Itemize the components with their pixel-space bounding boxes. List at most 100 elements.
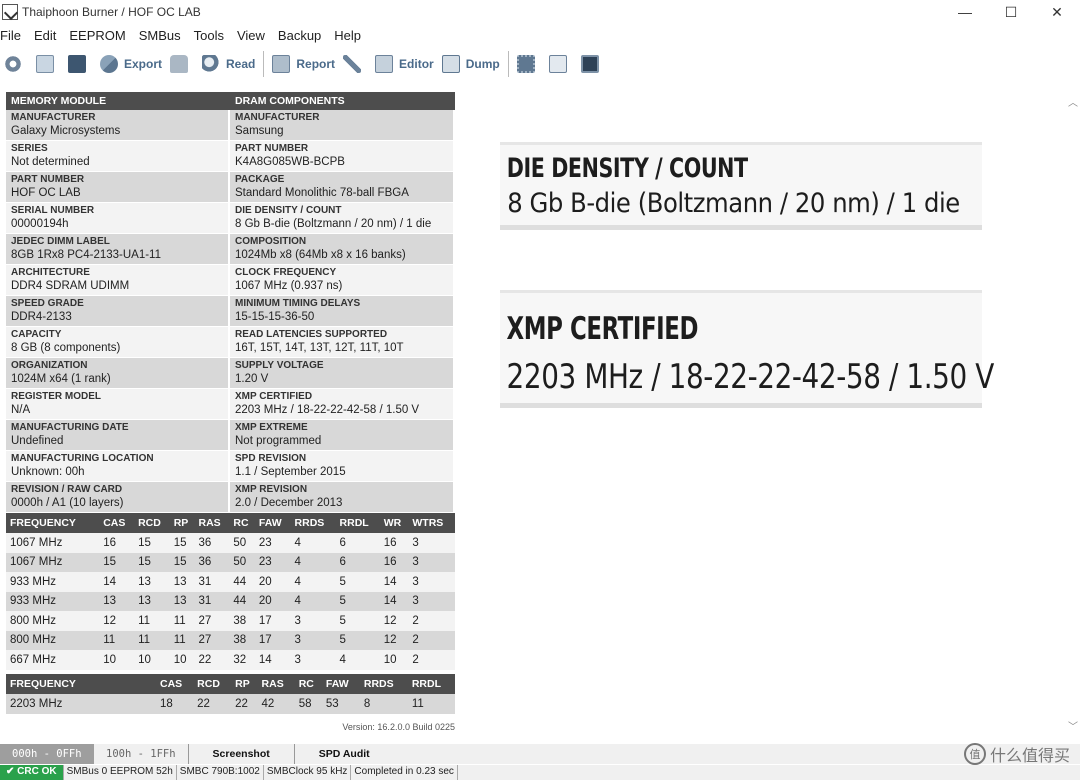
- col-header: RRDL: [407, 673, 455, 694]
- table-cell: 15: [134, 552, 170, 572]
- table-cell: 11: [169, 630, 195, 650]
- vertical-scrollbar[interactable]: ︿ ﹀: [1066, 82, 1080, 742]
- tab-screenshot[interactable]: Screenshot: [187, 744, 294, 764]
- export-button[interactable]: Export: [96, 50, 166, 78]
- dump-button[interactable]: Dump: [438, 50, 504, 78]
- xmp-header-row: FREQUENCY CAS RCD RP RAS RC FAW RRDS RRD…: [6, 673, 455, 694]
- zoom-xmp-panel: XMP CERTIFIED 2203 MHz / 18-22-22-42-58 …: [500, 290, 994, 408]
- table-cell: 17: [254, 630, 291, 650]
- menu-backup[interactable]: Backup: [278, 28, 328, 43]
- toolbar-separator: [507, 51, 509, 77]
- table-cell: 44: [229, 591, 255, 611]
- report-icon: [272, 55, 291, 73]
- minimize-button[interactable]: —: [942, 0, 988, 24]
- table-cell: 12: [379, 611, 409, 631]
- memory-module-header: MEMORY MODULE: [6, 92, 230, 110]
- module-field: REGISTER MODEL N/A: [6, 389, 230, 420]
- table-cell: 11: [407, 693, 455, 714]
- table-cell: 13: [169, 591, 195, 611]
- table-cell: 32: [229, 650, 255, 670]
- module-field: JEDEC DIMM LABEL 8GB 1Rx8 PC4-2133-UA1-11: [6, 234, 230, 265]
- table-cell: 5: [335, 630, 380, 650]
- save-disk-icon: [68, 55, 86, 73]
- close-button[interactable]: ✕: [1034, 0, 1080, 24]
- menu-view[interactable]: View: [237, 28, 272, 43]
- monitor-button[interactable]: [577, 50, 609, 78]
- lock-button[interactable]: [166, 50, 198, 78]
- wrench-icon: [343, 55, 362, 73]
- table-cell: 15: [99, 552, 135, 572]
- tab-spd-audit[interactable]: SPD Audit: [293, 744, 394, 764]
- table-cell: 4: [290, 591, 336, 611]
- watermark-text: 什么值得买: [989, 748, 1070, 765]
- menu-edit[interactable]: Edit: [34, 28, 63, 43]
- table-cell: 38: [229, 630, 255, 650]
- dump-icon: [441, 55, 460, 73]
- table-cell: 12: [99, 611, 135, 631]
- dump-label: Dump: [465, 57, 500, 71]
- maximize-button[interactable]: ☐: [988, 0, 1034, 24]
- menu-file[interactable]: File: [0, 28, 28, 43]
- tools-button[interactable]: [339, 50, 371, 78]
- menu-smbus[interactable]: SMBus: [139, 28, 188, 43]
- table-cell: 10: [379, 650, 409, 670]
- read-button[interactable]: Read: [198, 50, 259, 78]
- table-cell: 3: [408, 572, 455, 592]
- xmp-row: 2203 MHz 18 22 22 42 58 53 8 11: [6, 693, 455, 714]
- table-cell: 6: [335, 552, 380, 572]
- menu-tools[interactable]: Tools: [194, 28, 231, 43]
- dram-field: MINIMUM TIMING DELAYS 15-15-15-36-50: [230, 296, 455, 327]
- zoom-die-density-title: DIE DENSITY / COUNT: [506, 153, 748, 184]
- menu-eeprom[interactable]: EEPROM: [69, 28, 132, 43]
- settings-button[interactable]: [0, 50, 32, 78]
- scroll-up-icon[interactable]: ︿: [1068, 94, 1078, 109]
- table-cell: 16: [379, 552, 409, 572]
- memory-module-column: MEMORY MODULE MANUFACTURER Galaxy Microsy…: [6, 92, 230, 513]
- module-field: SERIAL NUMBER 00000194h: [6, 203, 230, 234]
- table-cell: 10: [169, 650, 195, 670]
- read-label: Read: [226, 57, 256, 71]
- table-cell: 22: [193, 693, 232, 714]
- col-header: RP: [169, 513, 195, 533]
- dram-field: XMP EXTREME Not programmed: [230, 420, 455, 451]
- scroll-down-icon[interactable]: ﹀: [1068, 718, 1078, 733]
- table-cell: 16: [379, 533, 409, 553]
- dram-field: XMP CERTIFIED 2203 MHz / 18-22-22-42-58 /…: [230, 389, 455, 420]
- open-button[interactable]: [32, 50, 64, 78]
- completion-status: Completed in 0.23 sec: [351, 765, 458, 780]
- col-header: RRDS: [359, 673, 408, 694]
- save-button[interactable]: [64, 50, 96, 78]
- table-cell: 31: [194, 572, 230, 592]
- table-cell: 18: [156, 693, 194, 714]
- table-cell: 50: [229, 552, 255, 572]
- toolbar: Export Read Report Editor Dump: [0, 48, 1080, 80]
- dram-components-column: DRAM COMPONENTS MANUFACTURER Samsung PART…: [230, 92, 455, 513]
- table-row: 800 MHz 12 11 11 27 38 17 3 5 12 2: [6, 611, 455, 631]
- col-header: RC: [229, 513, 255, 533]
- col-header: [138, 673, 156, 694]
- table-row: 800 MHz 11 11 11 27 38 17 3 5 12 2: [6, 630, 455, 650]
- smbc-status: SMBC 790B:1002: [177, 765, 264, 780]
- table-cell: 2: [408, 650, 455, 670]
- editor-label: Editor: [399, 57, 434, 71]
- editor-icon: [375, 55, 394, 73]
- table-cell: 12: [379, 630, 409, 650]
- table-cell: 20: [254, 572, 291, 592]
- dram-field: MANUFACTURER Samsung: [230, 110, 455, 141]
- tab-100h-1ffh[interactable]: 100h - 1FFh: [94, 744, 188, 764]
- editor-button[interactable]: Editor: [371, 50, 438, 78]
- table-cell: 2: [408, 630, 455, 650]
- watermark: 值 什么值得买: [963, 742, 1070, 766]
- chip-button[interactable]: [513, 50, 545, 78]
- window-title: Thaiphoon Burner / HOF OC LAB: [22, 5, 201, 19]
- document-button[interactable]: [545, 50, 577, 78]
- table-cell: 11: [134, 611, 170, 631]
- menu-help[interactable]: Help: [334, 28, 368, 43]
- report-button[interactable]: Report: [268, 50, 339, 78]
- dram-field: CLOCK FREQUENCY 1067 MHz (0.937 ns): [230, 265, 455, 296]
- table-cell: 11: [169, 611, 195, 631]
- table-cell: 13: [134, 591, 170, 611]
- col-header: CAS: [99, 513, 135, 533]
- tab-000h-0ffh[interactable]: 000h - 0FFh: [0, 744, 94, 764]
- table-cell: 38: [229, 611, 255, 631]
